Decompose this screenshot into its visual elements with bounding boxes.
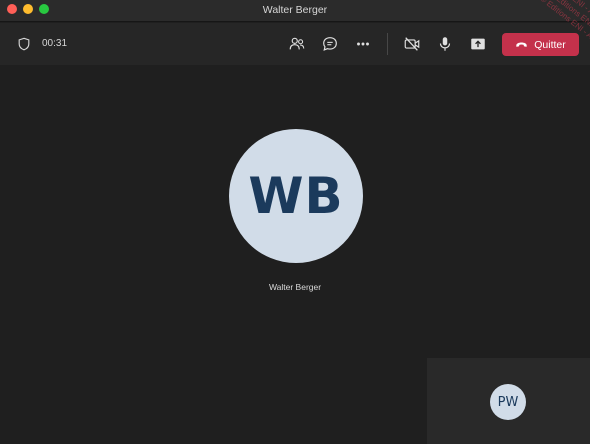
more-options-button[interactable] xyxy=(353,34,373,54)
chat-button[interactable] xyxy=(320,34,340,54)
leave-call-button[interactable]: Quitter xyxy=(502,33,579,56)
more-icon xyxy=(357,42,369,46)
participant-initials: WB xyxy=(248,167,344,225)
shield-icon[interactable] xyxy=(17,37,31,51)
self-initials: PW xyxy=(497,394,519,410)
microphone-button[interactable] xyxy=(435,34,455,54)
participants-icon xyxy=(289,37,305,50)
leave-call-label: Quitter xyxy=(534,38,566,51)
microphone-icon xyxy=(439,37,451,51)
call-timer: 00:31 xyxy=(42,38,68,49)
participant-name: Walter Berger xyxy=(268,282,322,292)
hang-up-icon xyxy=(516,42,527,47)
participant-avatar: WB xyxy=(229,129,363,263)
self-avatar: PW xyxy=(490,384,526,420)
call-toolbar: 00:31 Quitter xyxy=(0,23,590,65)
title-bar: Walter Berger xyxy=(0,0,590,22)
share-screen-icon xyxy=(471,38,485,50)
camera-off-icon xyxy=(404,37,420,51)
toolbar-divider xyxy=(387,33,388,55)
chat-icon xyxy=(323,37,337,51)
call-stage: WB Walter Berger PW xyxy=(0,65,590,444)
camera-toggle-button[interactable] xyxy=(402,34,422,54)
share-screen-button[interactable] xyxy=(468,34,488,54)
participants-button[interactable] xyxy=(287,34,307,54)
self-view-tile[interactable]: PW xyxy=(427,358,590,444)
window-title: Walter Berger xyxy=(262,4,328,16)
